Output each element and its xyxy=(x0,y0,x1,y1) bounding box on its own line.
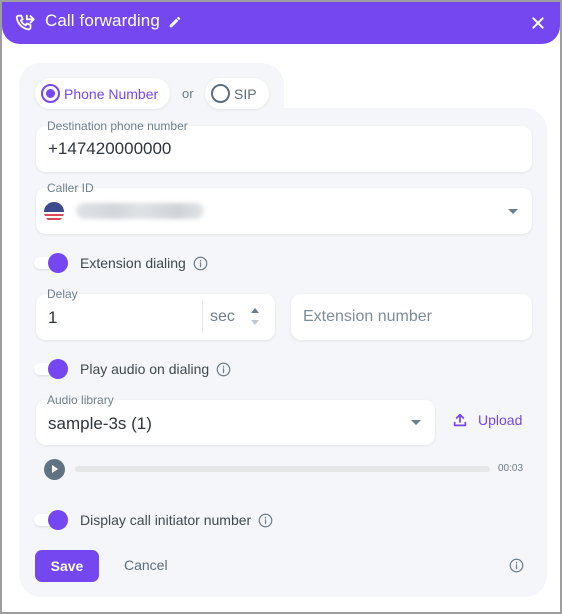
or-separator: or xyxy=(182,86,194,101)
delay-value: 1 xyxy=(48,308,58,327)
dropdown-caret-icon xyxy=(508,209,518,214)
display-initiator-toggle[interactable] xyxy=(34,510,70,530)
audio-player: 00:03 xyxy=(44,459,534,480)
display-initiator-label: Display call initiator number xyxy=(80,512,252,528)
pencil-icon[interactable] xyxy=(168,15,182,29)
extension-number-placeholder: Extension number xyxy=(303,308,432,325)
destination-phone-value: +147420000000 xyxy=(48,139,172,158)
phone-forward-icon xyxy=(15,14,35,31)
radio-sip[interactable]: SIP xyxy=(205,78,269,109)
destination-phone-label: Destination phone number xyxy=(47,119,188,133)
dialog-title: Call forwarding xyxy=(45,11,160,30)
caller-id-select[interactable] xyxy=(36,188,532,234)
decrement-arrow-icon[interactable] xyxy=(251,320,259,325)
delay-label: Delay xyxy=(47,287,78,301)
caller-id-label: Caller ID xyxy=(47,181,94,195)
play-audio-row: Play audio on dialing xyxy=(34,359,231,379)
close-icon[interactable] xyxy=(530,15,546,31)
increment-arrow-icon[interactable] xyxy=(251,308,259,313)
play-audio-label: Play audio on dialing xyxy=(80,361,210,377)
field-divider xyxy=(202,301,203,333)
info-icon[interactable] xyxy=(216,362,231,377)
extension-dialing-toggle[interactable] xyxy=(34,253,70,273)
delay-unit: sec xyxy=(210,308,235,325)
extension-dialing-label: Extension dialing xyxy=(80,255,186,271)
audio-duration: 00:03 xyxy=(498,463,524,474)
play-icon[interactable] xyxy=(44,459,65,480)
radio-label: SIP xyxy=(234,85,257,102)
info-icon[interactable] xyxy=(258,513,273,528)
display-initiator-row: Display call initiator number xyxy=(34,510,273,530)
radio-checked-icon xyxy=(41,84,60,103)
caller-id-value-obscured xyxy=(76,203,204,219)
dropdown-caret-icon xyxy=(411,420,421,425)
radio-label: Phone Number xyxy=(64,85,159,102)
save-button[interactable]: Save xyxy=(35,550,99,582)
play-audio-toggle[interactable] xyxy=(34,359,70,379)
info-icon[interactable] xyxy=(509,558,524,573)
radio-phone-number[interactable]: Phone Number xyxy=(35,78,170,109)
dialog-header: Call forwarding xyxy=(2,2,560,44)
audio-library-label: Audio library xyxy=(47,393,114,407)
upload-button[interactable]: Upload xyxy=(452,412,522,428)
us-flag-icon xyxy=(44,202,64,222)
audio-library-value: sample-3s (1) xyxy=(48,414,152,433)
cancel-button[interactable]: Cancel xyxy=(124,557,168,573)
radio-unchecked-icon xyxy=(211,84,230,103)
extension-number-input[interactable]: Extension number xyxy=(291,294,532,340)
upload-icon xyxy=(453,413,467,427)
upload-label: Upload xyxy=(478,412,523,428)
extension-dialing-row: Extension dialing xyxy=(34,253,208,273)
audio-progress-bar[interactable] xyxy=(75,466,490,472)
info-icon[interactable] xyxy=(193,256,208,271)
